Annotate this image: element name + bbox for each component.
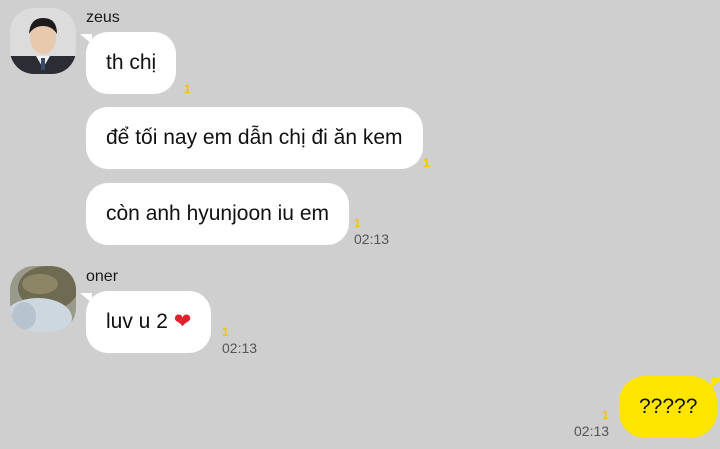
message-text: để tối nay em dẫn chị đi ăn kem xyxy=(106,126,403,149)
sender-name: zeus xyxy=(86,9,120,26)
message-text: th chị xyxy=(106,51,157,74)
sender-name: oner xyxy=(86,268,119,285)
profile-photo-icon xyxy=(10,266,76,332)
message-text: ????? xyxy=(639,395,698,418)
heart-emoji-icon: ❤ xyxy=(173,310,192,333)
unread-count: 1 xyxy=(423,156,430,170)
message-time: 02:13 xyxy=(574,423,610,439)
message-bubble[interactable]: còn anh hyunjoon iu em xyxy=(86,183,349,245)
unread-count: 1 xyxy=(184,82,191,96)
message-bubble[interactable]: luv u 2 ❤ xyxy=(79,291,212,353)
unread-count: 1 xyxy=(354,216,361,230)
my-message-bubble[interactable]: ????? xyxy=(619,376,720,438)
message-bubble[interactable]: th chị xyxy=(79,32,177,94)
avatar-oner[interactable] xyxy=(10,266,76,332)
unread-count: 1 xyxy=(222,325,229,339)
message-bubble[interactable]: để tối nay em dẫn chị đi ăn kem xyxy=(86,107,423,169)
profile-photo-icon xyxy=(10,8,76,74)
unread-count: 1 xyxy=(602,408,609,422)
message-time: 02:13 xyxy=(222,340,258,356)
message-text: luv u 2 xyxy=(106,310,168,333)
message-time: 02:13 xyxy=(354,231,390,247)
message-text: còn anh hyunjoon iu em xyxy=(106,202,329,225)
avatar-zeus[interactable] xyxy=(10,8,76,74)
